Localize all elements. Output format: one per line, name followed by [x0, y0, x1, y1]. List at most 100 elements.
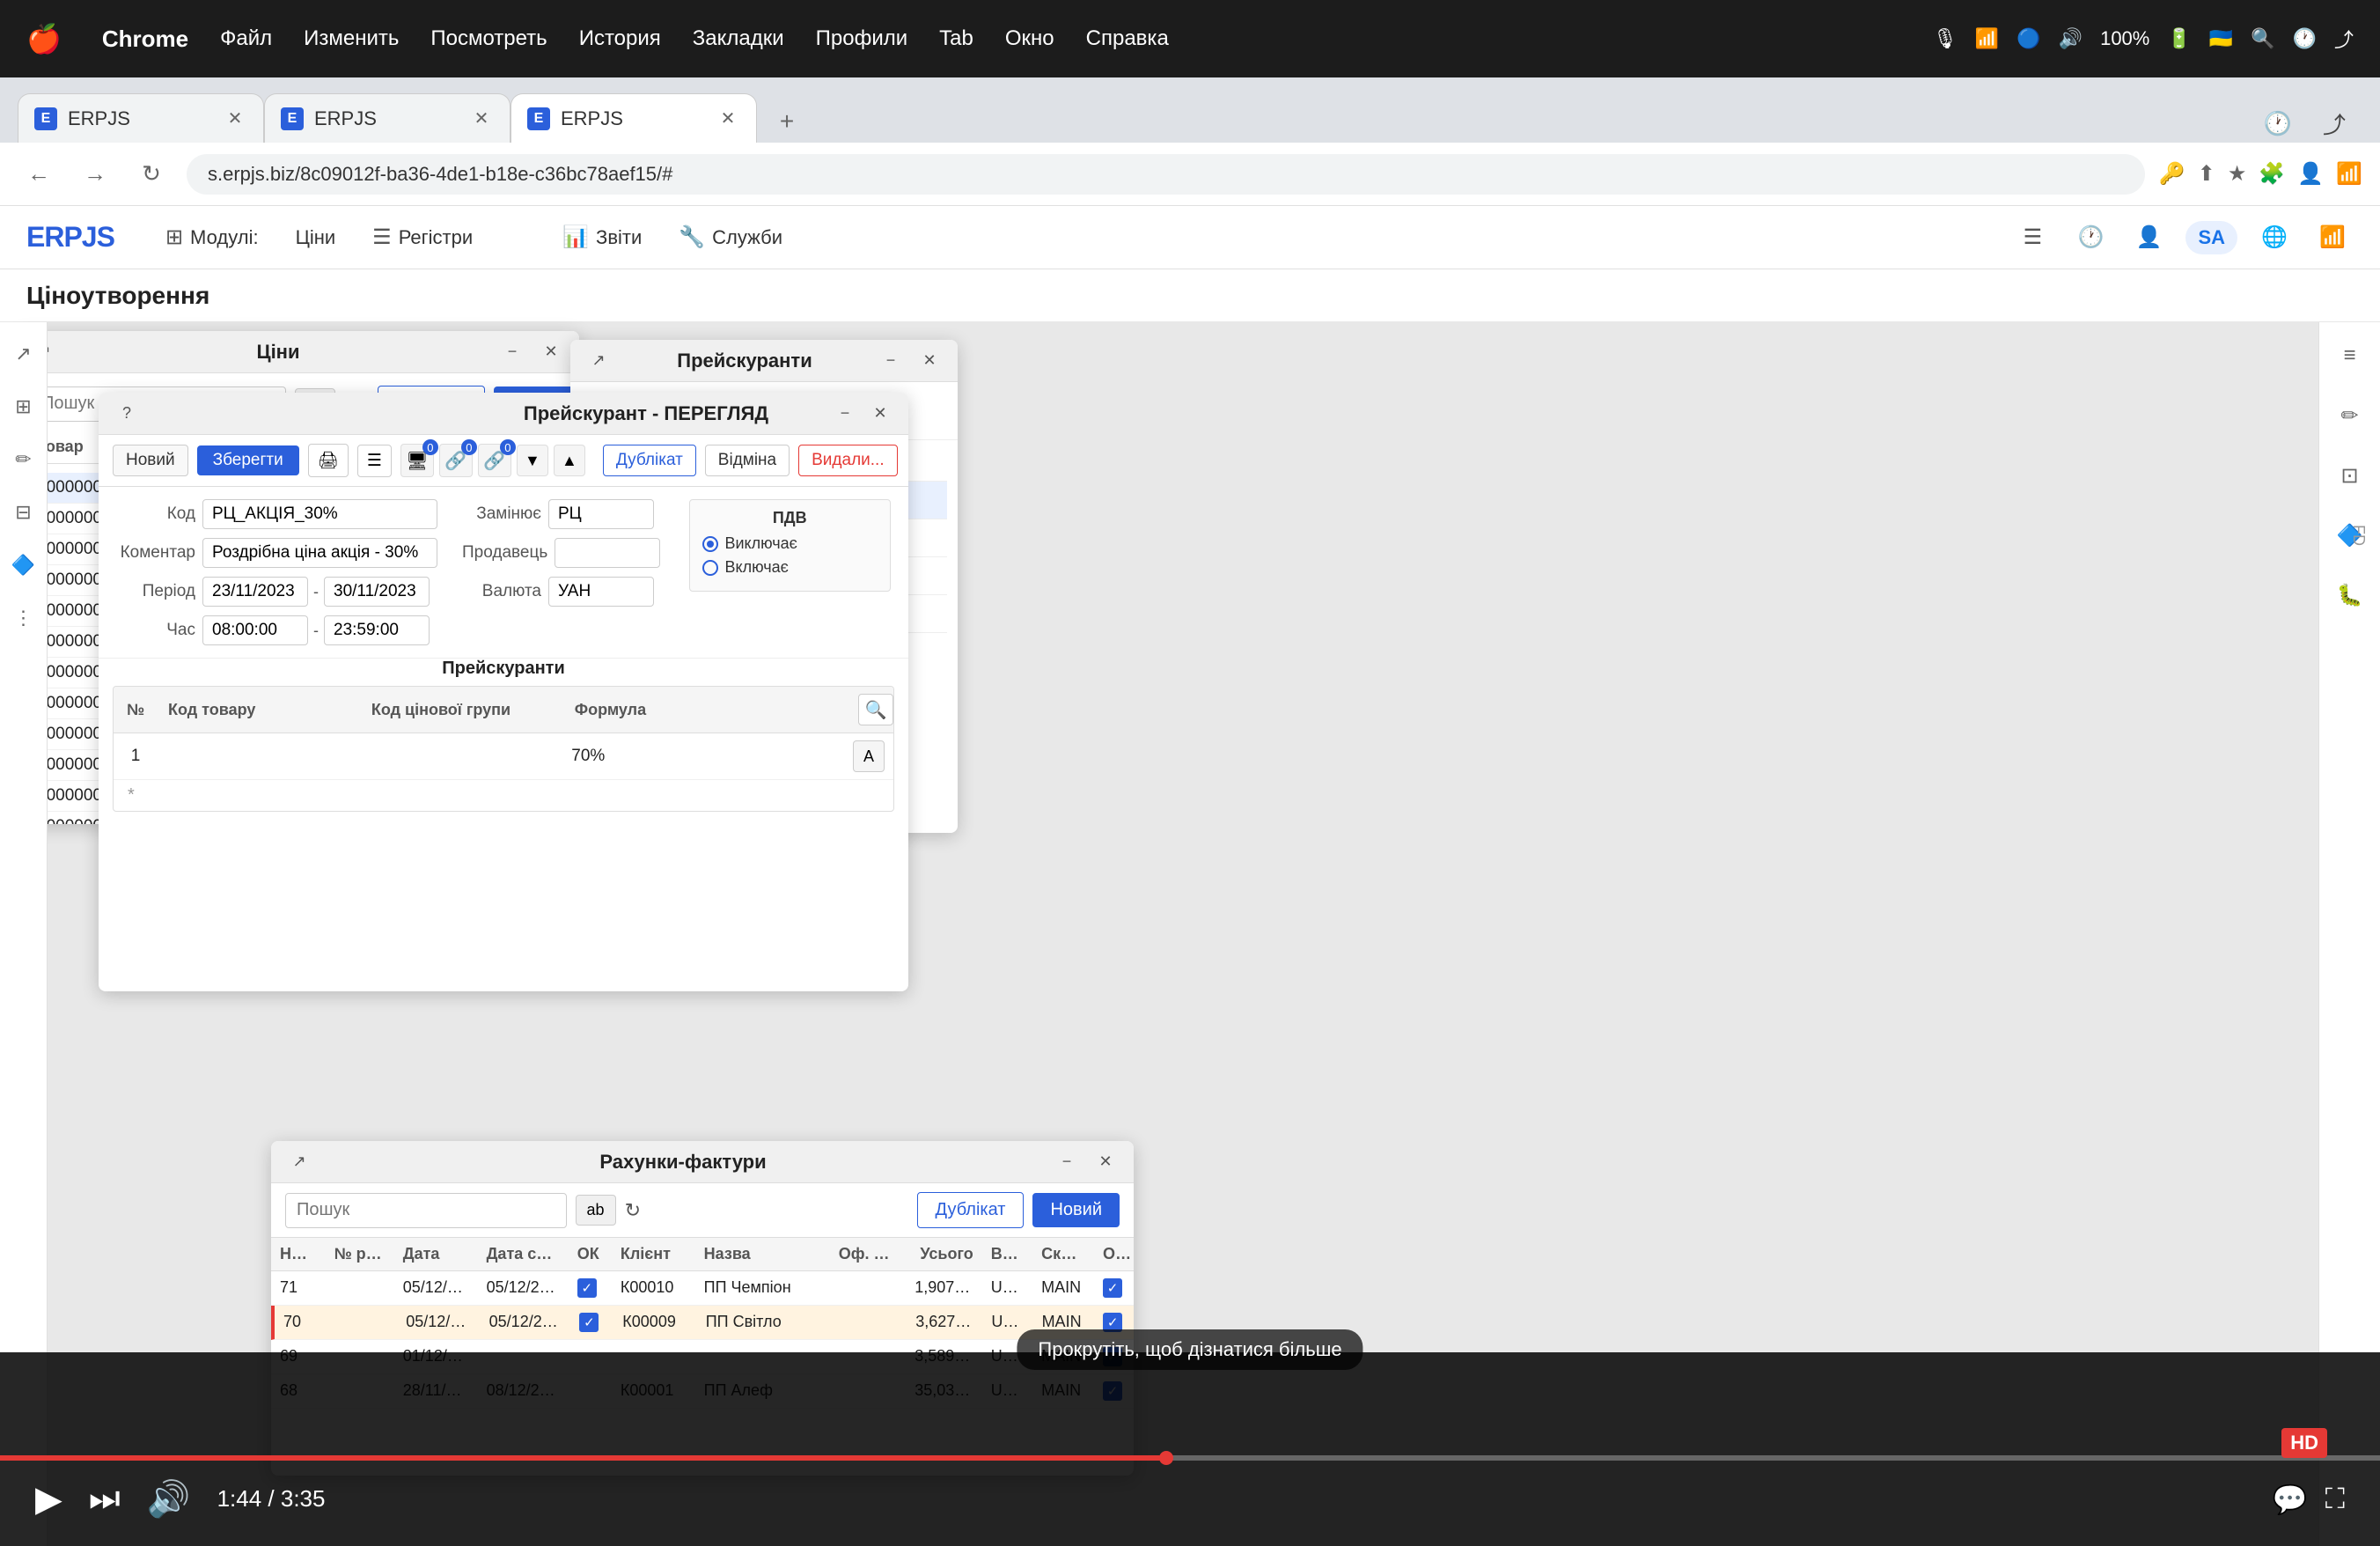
menu-icon-btn[interactable]: ☰: [2011, 217, 2053, 259]
form-input-prodavets[interactable]: [555, 538, 660, 568]
rakhunky-expand-btn[interactable]: ↗: [285, 1148, 313, 1176]
form-period-to[interactable]: [324, 577, 430, 607]
video-volume-btn[interactable]: 🔊: [147, 1478, 191, 1520]
share-icon[interactable]: ⬆: [2198, 161, 2215, 187]
toolbar-icon-screen[interactable]: 🖥 0: [400, 444, 434, 477]
toolbar-chevron-down[interactable]: ▼: [517, 445, 548, 476]
form-chas-from[interactable]: [202, 615, 308, 645]
video-fullscreen-btn[interactable]: ⛶: [2325, 1483, 2345, 1516]
right-icon-menu[interactable]: ≡: [2331, 336, 2369, 375]
rakhunky-noviy-btn[interactable]: Новий: [1032, 1193, 1120, 1227]
tab-add-button[interactable]: +: [766, 100, 808, 143]
app-name[interactable]: Chrome: [102, 26, 188, 53]
preysk-view-menu-btn[interactable]: ☰: [357, 445, 392, 477]
tab-3[interactable]: E ERPJS ✕: [511, 93, 757, 143]
left-icon-remove[interactable]: ⊟: [6, 495, 41, 530]
menu-profiles[interactable]: Профили: [816, 26, 908, 51]
user-icon-btn[interactable]: 👤: [2127, 217, 2170, 259]
form-input-valyuta[interactable]: [548, 577, 654, 607]
rakhunky-close-btn[interactable]: ✕: [1091, 1148, 1120, 1176]
tab-1-close[interactable]: ✕: [223, 107, 247, 131]
nav-registry[interactable]: ☰ Регістри: [356, 217, 488, 257]
preysk-float-minimize[interactable]: −: [877, 347, 905, 375]
wifi-icon-btn[interactable]: 📶: [2311, 217, 2354, 259]
menu-history[interactable]: История: [579, 26, 661, 51]
rakhunky-minimize-btn[interactable]: −: [1053, 1148, 1081, 1176]
clock-icon[interactable]: 🕐: [2293, 27, 2317, 50]
radio-vkluchae[interactable]: [702, 560, 718, 576]
menu-edit[interactable]: Изменить: [304, 26, 399, 51]
apple-icon[interactable]: 🍎: [26, 22, 62, 55]
form-chas-to[interactable]: [324, 615, 430, 645]
preysk-view-vydaly-btn[interactable]: Видали...: [798, 445, 897, 476]
subtable-search-btn[interactable]: 🔍: [858, 694, 893, 725]
form-period-from[interactable]: [202, 577, 308, 607]
nav-ciny[interactable]: Ціни: [280, 219, 352, 256]
form-input-kod[interactable]: [202, 499, 437, 529]
ciny-close-btn[interactable]: ✕: [537, 338, 565, 366]
toolbar-icon-link2[interactable]: 🔗 0: [478, 444, 511, 477]
menu-view[interactable]: Посмотреть: [430, 26, 547, 51]
nav-zvity[interactable]: 📊 Звіти: [547, 217, 657, 257]
preysk-help-btn[interactable]: ?: [113, 400, 141, 428]
rakhunky-duplkat-btn[interactable]: Дублікат: [917, 1192, 1025, 1228]
reload-button[interactable]: ↻: [130, 153, 173, 195]
tab-3-close[interactable]: ✕: [716, 107, 740, 131]
subtable-row[interactable]: 1 70% A: [114, 733, 893, 780]
rakhunky-ab-btn[interactable]: ab: [576, 1195, 616, 1226]
video-progress-bar[interactable]: [0, 1455, 2380, 1461]
globe-icon-btn[interactable]: 🌐: [2253, 217, 2296, 259]
tab-back-button[interactable]: 🕐: [2259, 104, 2297, 143]
tab-2[interactable]: E ERPJS ✕: [264, 93, 511, 143]
checkbox-70[interactable]: [579, 1313, 599, 1332]
subtable-a-btn[interactable]: A: [853, 740, 885, 772]
tab-2-close[interactable]: ✕: [469, 107, 494, 131]
right-icon-debug[interactable]: 🐛: [2331, 576, 2369, 615]
preysk-view-minimize[interactable]: −: [831, 400, 859, 428]
preysk-view-duplkat-btn[interactable]: Дублікат: [603, 445, 696, 476]
preysk-view-close[interactable]: ✕: [866, 400, 894, 428]
right-icon-edit2[interactable]: ✏: [2331, 396, 2369, 435]
menu-tab[interactable]: Tab: [939, 26, 973, 51]
forward-icon[interactable]: ⤴: [2334, 25, 2354, 53]
left-icon-diamond[interactable]: 🔷: [6, 548, 41, 583]
menu-help[interactable]: Справка: [1086, 26, 1169, 51]
rakhunky-row-71[interactable]: 71 05/12/2023 05/12/2023 К00010 ПП Чемпі…: [271, 1271, 1134, 1306]
rakhunky-refresh-btn[interactable]: ↻: [625, 1199, 641, 1222]
checkbox-ob-71[interactable]: [1103, 1278, 1122, 1298]
back-button[interactable]: ←: [18, 153, 60, 195]
nav-modules[interactable]: ⊞ Модулі:: [150, 217, 275, 257]
form-input-komentar[interactable]: [202, 538, 437, 568]
forward-button[interactable]: →: [74, 153, 116, 195]
bookmark-icon[interactable]: ★: [2228, 161, 2247, 187]
nav-sluzhby[interactable]: 🔧 Служби: [663, 217, 798, 257]
profile-icon[interactable]: 👤: [2297, 161, 2324, 187]
left-icon-more[interactable]: ⋮: [6, 600, 41, 636]
radio-vykluchae[interactable]: [702, 536, 718, 552]
preysk-float-close[interactable]: ✕: [915, 347, 944, 375]
left-icon-grid[interactable]: ⊞: [6, 389, 41, 424]
search-icon[interactable]: 🔍: [2251, 27, 2274, 50]
left-icon-edit[interactable]: ✏: [6, 442, 41, 477]
rakhunky-row-70[interactable]: 70 05/12/2023 05/12/2023 К00009 ПП Світл…: [271, 1306, 1134, 1340]
video-subtitles-btn[interactable]: 💬: [2273, 1483, 2308, 1516]
tab-1[interactable]: E ERPJS ✕: [18, 93, 264, 143]
menu-bookmarks[interactable]: Закладки: [693, 26, 784, 51]
extension-icon[interactable]: 🧩: [2259, 161, 2285, 187]
preysk-float-expand[interactable]: ↗: [584, 347, 613, 375]
toolbar-chevron-up[interactable]: ▲: [554, 445, 585, 476]
url-bar[interactable]: s.erpjs.biz/8c09012f-ba36-4de1-b18e-c36b…: [187, 154, 2145, 195]
rakhunky-search-input[interactable]: [285, 1193, 567, 1228]
preysk-view-noviy-btn[interactable]: Новий: [113, 445, 188, 476]
menu-window[interactable]: Окно: [1005, 26, 1054, 51]
toolbar-icon-link[interactable]: 🔗 0: [439, 444, 473, 477]
menu-file[interactable]: Файл: [220, 26, 272, 51]
clock-icon-btn[interactable]: 🕐: [2069, 217, 2112, 259]
video-play-btn[interactable]: ▶: [35, 1479, 62, 1520]
video-skip-btn[interactable]: ⏭: [89, 1479, 121, 1519]
preysk-view-save-btn[interactable]: Зберегти: [197, 445, 299, 475]
checkbox-71[interactable]: [577, 1278, 597, 1298]
form-input-zaminyue[interactable]: [548, 499, 654, 529]
tab-forward-button[interactable]: ⤴: [2315, 104, 2354, 143]
preysk-view-vidmina-btn[interactable]: Відміна: [705, 445, 790, 476]
